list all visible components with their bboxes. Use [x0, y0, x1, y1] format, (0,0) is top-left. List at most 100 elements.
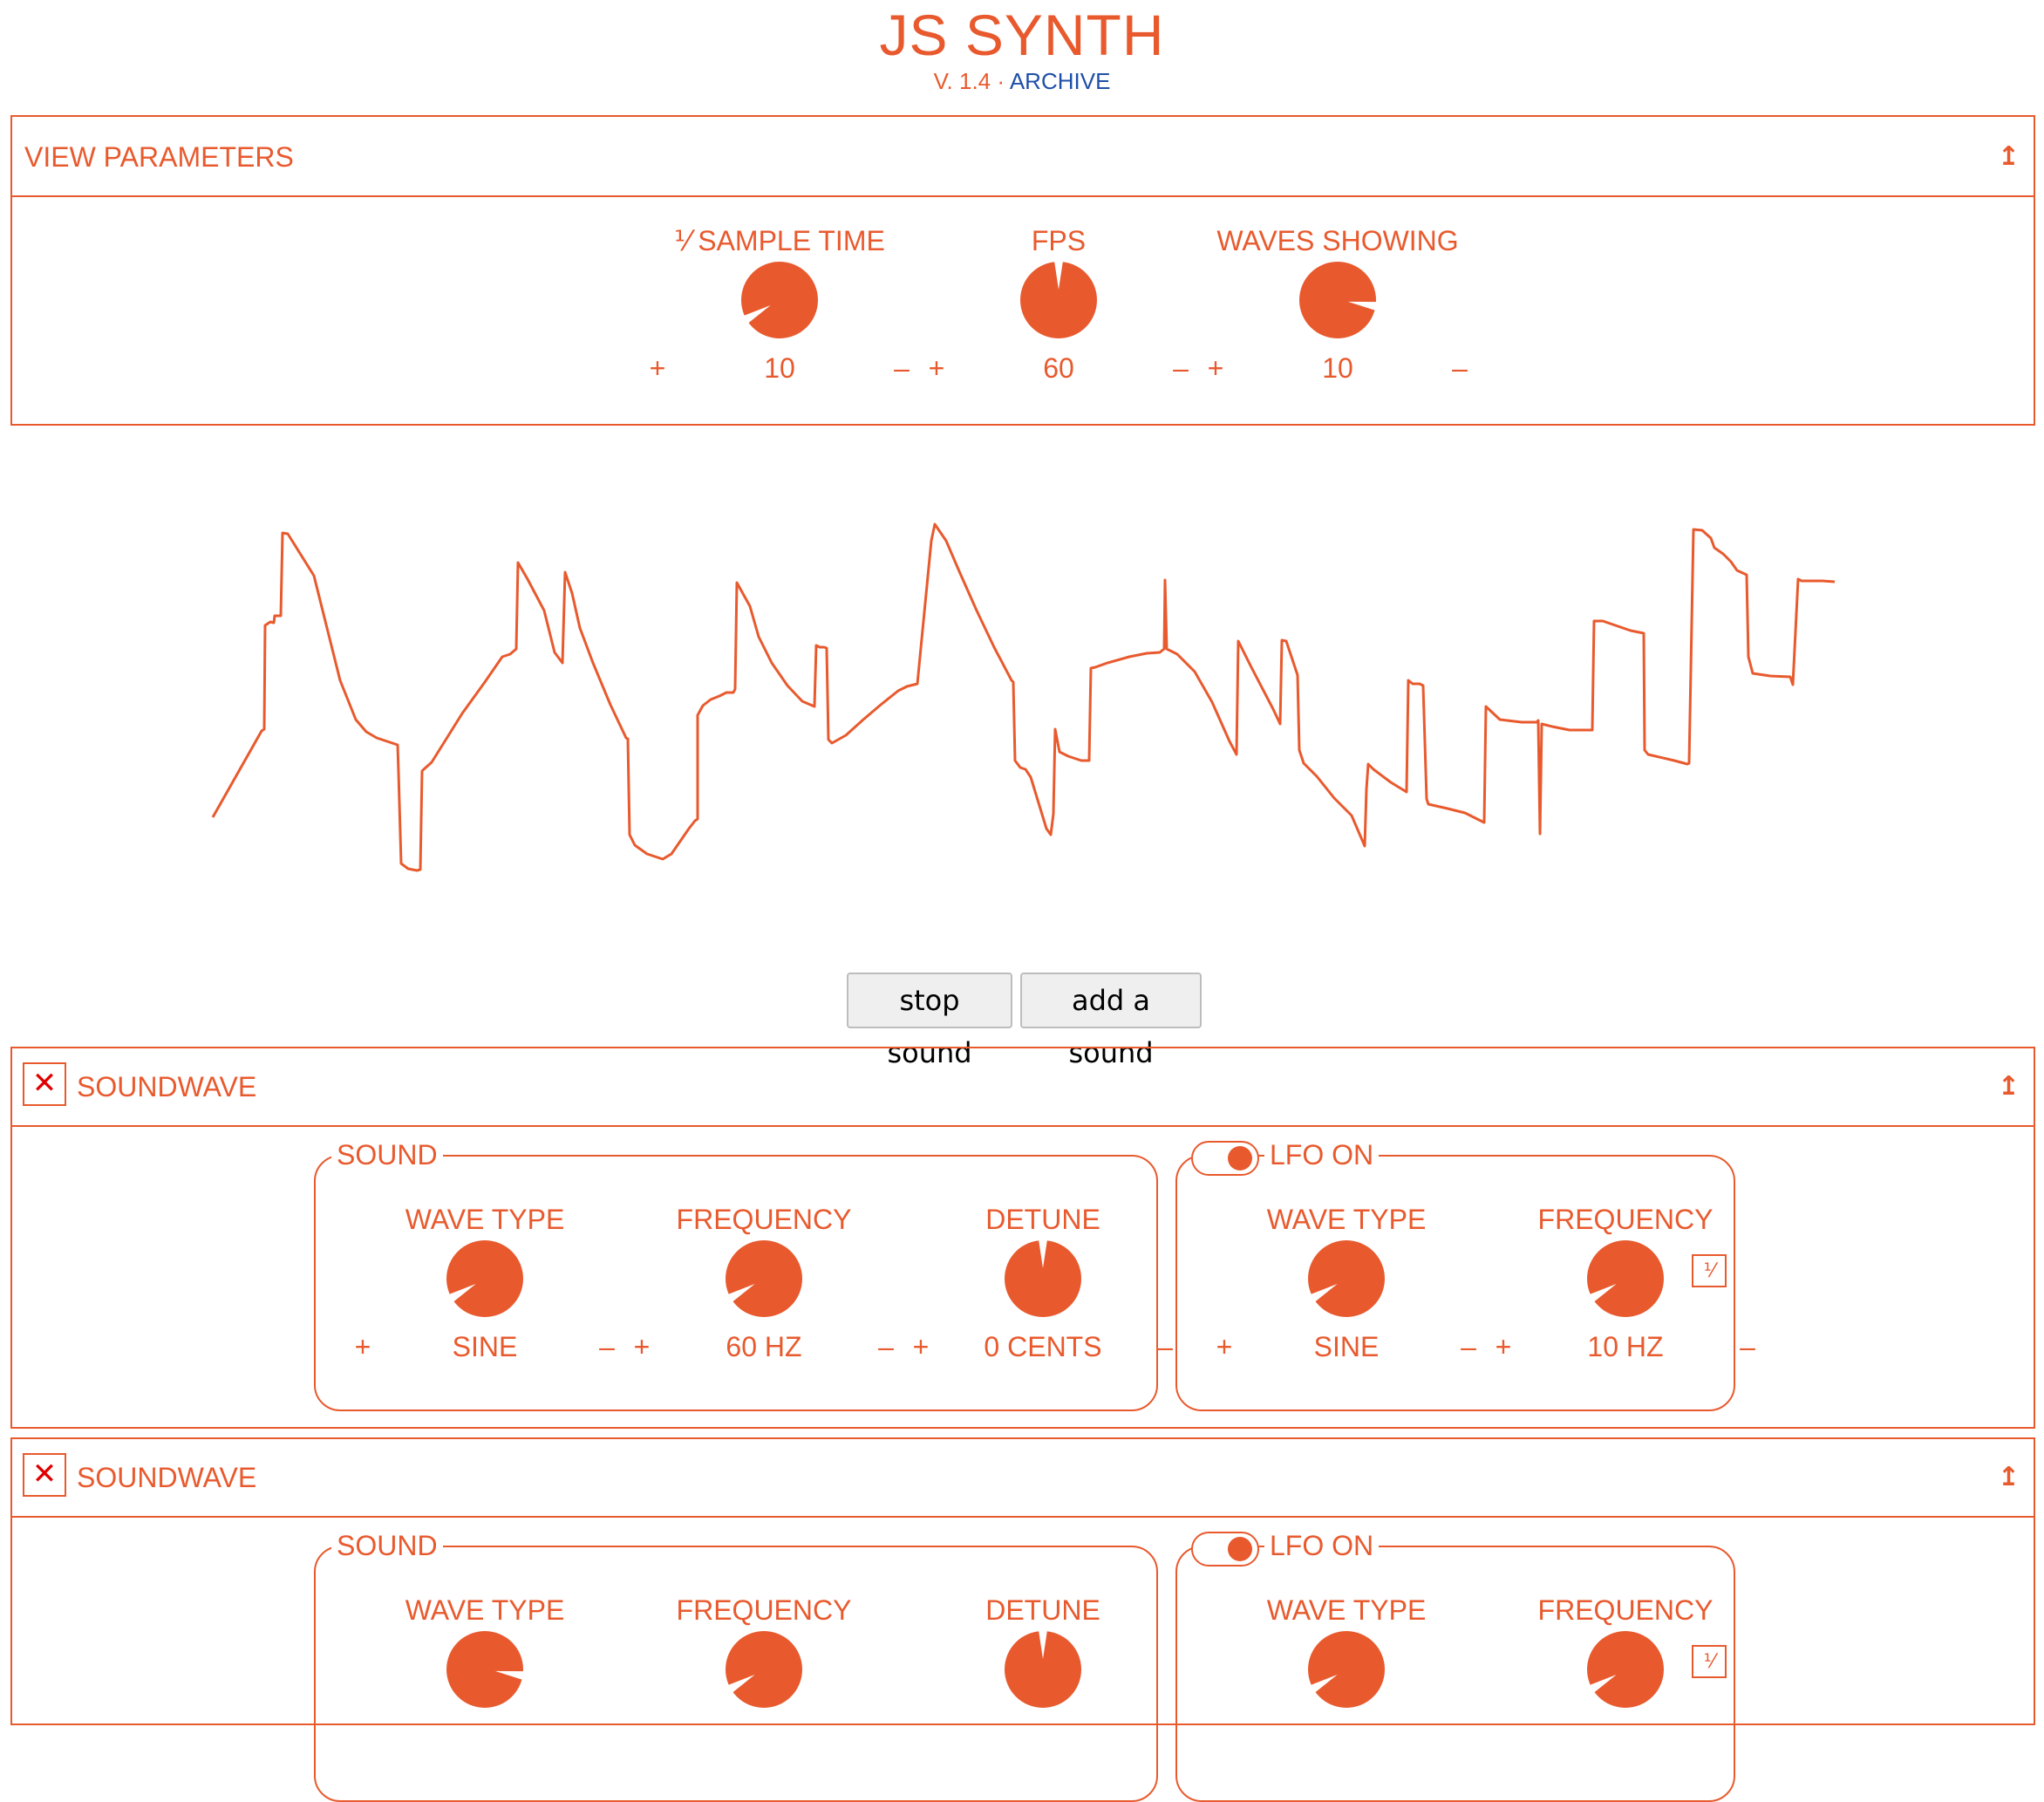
sound-group: SOUND WAVE TYPE + SINE – FREQUENCY + 60 …: [314, 1136, 1173, 1411]
version-label: V. 1.4: [933, 68, 991, 94]
knob-disc: [1308, 1631, 1385, 1708]
app-title: JS SYNTH: [879, 3, 1165, 67]
collapse-icon[interactable]: ↥: [1998, 117, 2020, 197]
knob-lfo-frequency: FREQUENCY ⅟ + 10 HZ –: [1486, 1202, 1765, 1376]
reciprocal-toggle-icon[interactable]: ⅟: [1692, 1645, 1727, 1678]
increment-button[interactable]: +: [345, 1329, 380, 1364]
close-icon[interactable]: ✕: [23, 1453, 66, 1497]
toggle-knob: [1228, 1537, 1252, 1561]
knob-dial[interactable]: [1587, 1240, 1664, 1317]
knob-disc: [741, 262, 818, 338]
subtitle-separator: ·: [997, 68, 1005, 94]
increment-button[interactable]: +: [1198, 351, 1233, 386]
add-sound-button[interactable]: add a sound: [1020, 973, 1202, 1069]
increment-button[interactable]: +: [1486, 1329, 1521, 1364]
knob-value: 0 CENTS: [984, 1331, 1102, 1362]
knob-disc: [1587, 1240, 1664, 1317]
soundwave-panel: ✕ SOUNDWAVE ↥ SOUND WAVE TYPE FREQUENCY …: [10, 1437, 2035, 1802]
increment-button[interactable]: +: [1207, 1329, 1242, 1364]
knob-disc: [726, 1240, 802, 1317]
collapse-icon[interactable]: ↥: [1998, 1048, 2020, 1125]
lfo-legend: LFO ON: [1264, 1136, 1380, 1174]
knob-wave-type: WAVE TYPE + SINE –: [345, 1202, 624, 1376]
knob-label: FREQUENCY: [676, 1204, 852, 1235]
knob-detune: DETUNE: [903, 1593, 1182, 1767]
increment-button[interactable]: +: [640, 351, 675, 386]
panel-header[interactable]: ✕ SOUNDWAVE ↥: [12, 1439, 2034, 1518]
decrement-button[interactable]: –: [1730, 1329, 1765, 1364]
knob-lfo-frequency: FREQUENCY ⅟: [1486, 1593, 1765, 1767]
decrement-button[interactable]: –: [1442, 351, 1477, 386]
knob-sample-time: ⅟ SAMPLE TIME + 10 –: [640, 223, 919, 398]
decrement-button[interactable]: –: [869, 1329, 903, 1364]
knob-dial[interactable]: [1005, 1240, 1081, 1317]
close-icon[interactable]: ✕: [23, 1062, 66, 1106]
knob-label: WAVE TYPE: [405, 1204, 565, 1235]
knob-value: 10 HZ: [1587, 1331, 1664, 1362]
decrement-button[interactable]: –: [1451, 1329, 1486, 1364]
knob-label: FREQUENCY: [1537, 1204, 1714, 1235]
knob-disc: [726, 1631, 802, 1708]
knob-dial[interactable]: [446, 1240, 523, 1317]
soundwave-panel: ✕ SOUNDWAVE ↥ SOUND WAVE TYPE + SINE – F…: [10, 1047, 2035, 1429]
knob-label: ⅟ SAMPLE TIME: [674, 225, 885, 256]
knob-dial[interactable]: [726, 1631, 802, 1708]
sound-legend: SOUND: [331, 1526, 443, 1565]
increment-button[interactable]: +: [919, 351, 954, 386]
knob-disc: [1587, 1631, 1664, 1708]
knob-label: DETUNE: [985, 1594, 1100, 1626]
knob-value: 10: [1322, 352, 1353, 384]
knob-value: SINE: [452, 1331, 518, 1362]
knob-dial[interactable]: [1020, 262, 1097, 338]
collapse-icon[interactable]: ↥: [1998, 1439, 2020, 1516]
panel-title: SOUNDWAVE: [77, 1462, 257, 1493]
knob-value: 60 HZ: [726, 1331, 802, 1362]
knob-value: SINE: [1313, 1331, 1380, 1362]
archive-link[interactable]: ARCHIVE: [1010, 68, 1111, 94]
knob-frequency: FREQUENCY: [624, 1593, 903, 1767]
knob-dial[interactable]: [1308, 1631, 1385, 1708]
decrement-button[interactable]: –: [589, 1329, 624, 1364]
knob-dial[interactable]: [446, 1631, 523, 1708]
knob-label: WAVES SHOWING: [1216, 225, 1459, 256]
decrement-button[interactable]: –: [1163, 351, 1198, 386]
lfo-toggle[interactable]: [1191, 1532, 1259, 1567]
knob-value: 60: [1043, 352, 1074, 384]
knob-dial[interactable]: [1308, 1240, 1385, 1317]
waveform-trace: [211, 522, 1836, 872]
sound-group: SOUND WAVE TYPE FREQUENCY DETUNE: [314, 1526, 1158, 1802]
lfo-toggle[interactable]: [1191, 1141, 1259, 1176]
app-subtitle: V. 1.4 · ARCHIVE: [0, 67, 2044, 95]
knob-wave-type: WAVE TYPE: [345, 1593, 624, 1767]
panel-title: SOUNDWAVE: [77, 1071, 257, 1102]
toggle-knob: [1228, 1146, 1252, 1171]
sound-legend: SOUND: [331, 1136, 443, 1174]
knob-dial[interactable]: [726, 1240, 802, 1317]
panel-title: VIEW PARAMETERS: [24, 141, 294, 173]
reciprocal-toggle-icon[interactable]: ⅟: [1692, 1254, 1727, 1287]
knob-label: FPS: [1031, 225, 1087, 256]
lfo-group: LFO ON WAVE TYPE + SINE – FREQUENCY ⅟ + …: [1175, 1136, 1755, 1411]
increment-button[interactable]: +: [903, 1329, 938, 1364]
knob-label: FREQUENCY: [1537, 1594, 1714, 1626]
knob-dial[interactable]: [1299, 262, 1376, 338]
knob-detune: DETUNE + 0 CENTS –: [903, 1202, 1182, 1376]
knob-disc: [1299, 262, 1376, 338]
knob-disc: [1308, 1240, 1385, 1317]
knob-label: WAVE TYPE: [405, 1594, 565, 1626]
decrement-button[interactable]: –: [884, 351, 919, 386]
knob-value: 10: [764, 352, 795, 384]
knob-waves-showing: WAVES SHOWING + 10 –: [1198, 223, 1477, 398]
knob-disc: [446, 1631, 523, 1708]
knob-label: DETUNE: [985, 1204, 1100, 1235]
knob-dial[interactable]: [741, 262, 818, 338]
knob-fps: FPS + 60 –: [919, 223, 1198, 398]
lfo-legend: LFO ON: [1264, 1526, 1380, 1565]
knob-dial[interactable]: [1005, 1631, 1081, 1708]
panel-header[interactable]: ✕ SOUNDWAVE ↥: [12, 1048, 2034, 1127]
stop-sound-button[interactable]: stop sound: [847, 973, 1012, 1069]
panel-header[interactable]: VIEW PARAMETERS ↥: [12, 117, 2034, 197]
increment-button[interactable]: +: [624, 1329, 659, 1364]
knob-lfo-wave-type: WAVE TYPE: [1207, 1593, 1486, 1767]
knob-dial[interactable]: [1587, 1631, 1664, 1708]
